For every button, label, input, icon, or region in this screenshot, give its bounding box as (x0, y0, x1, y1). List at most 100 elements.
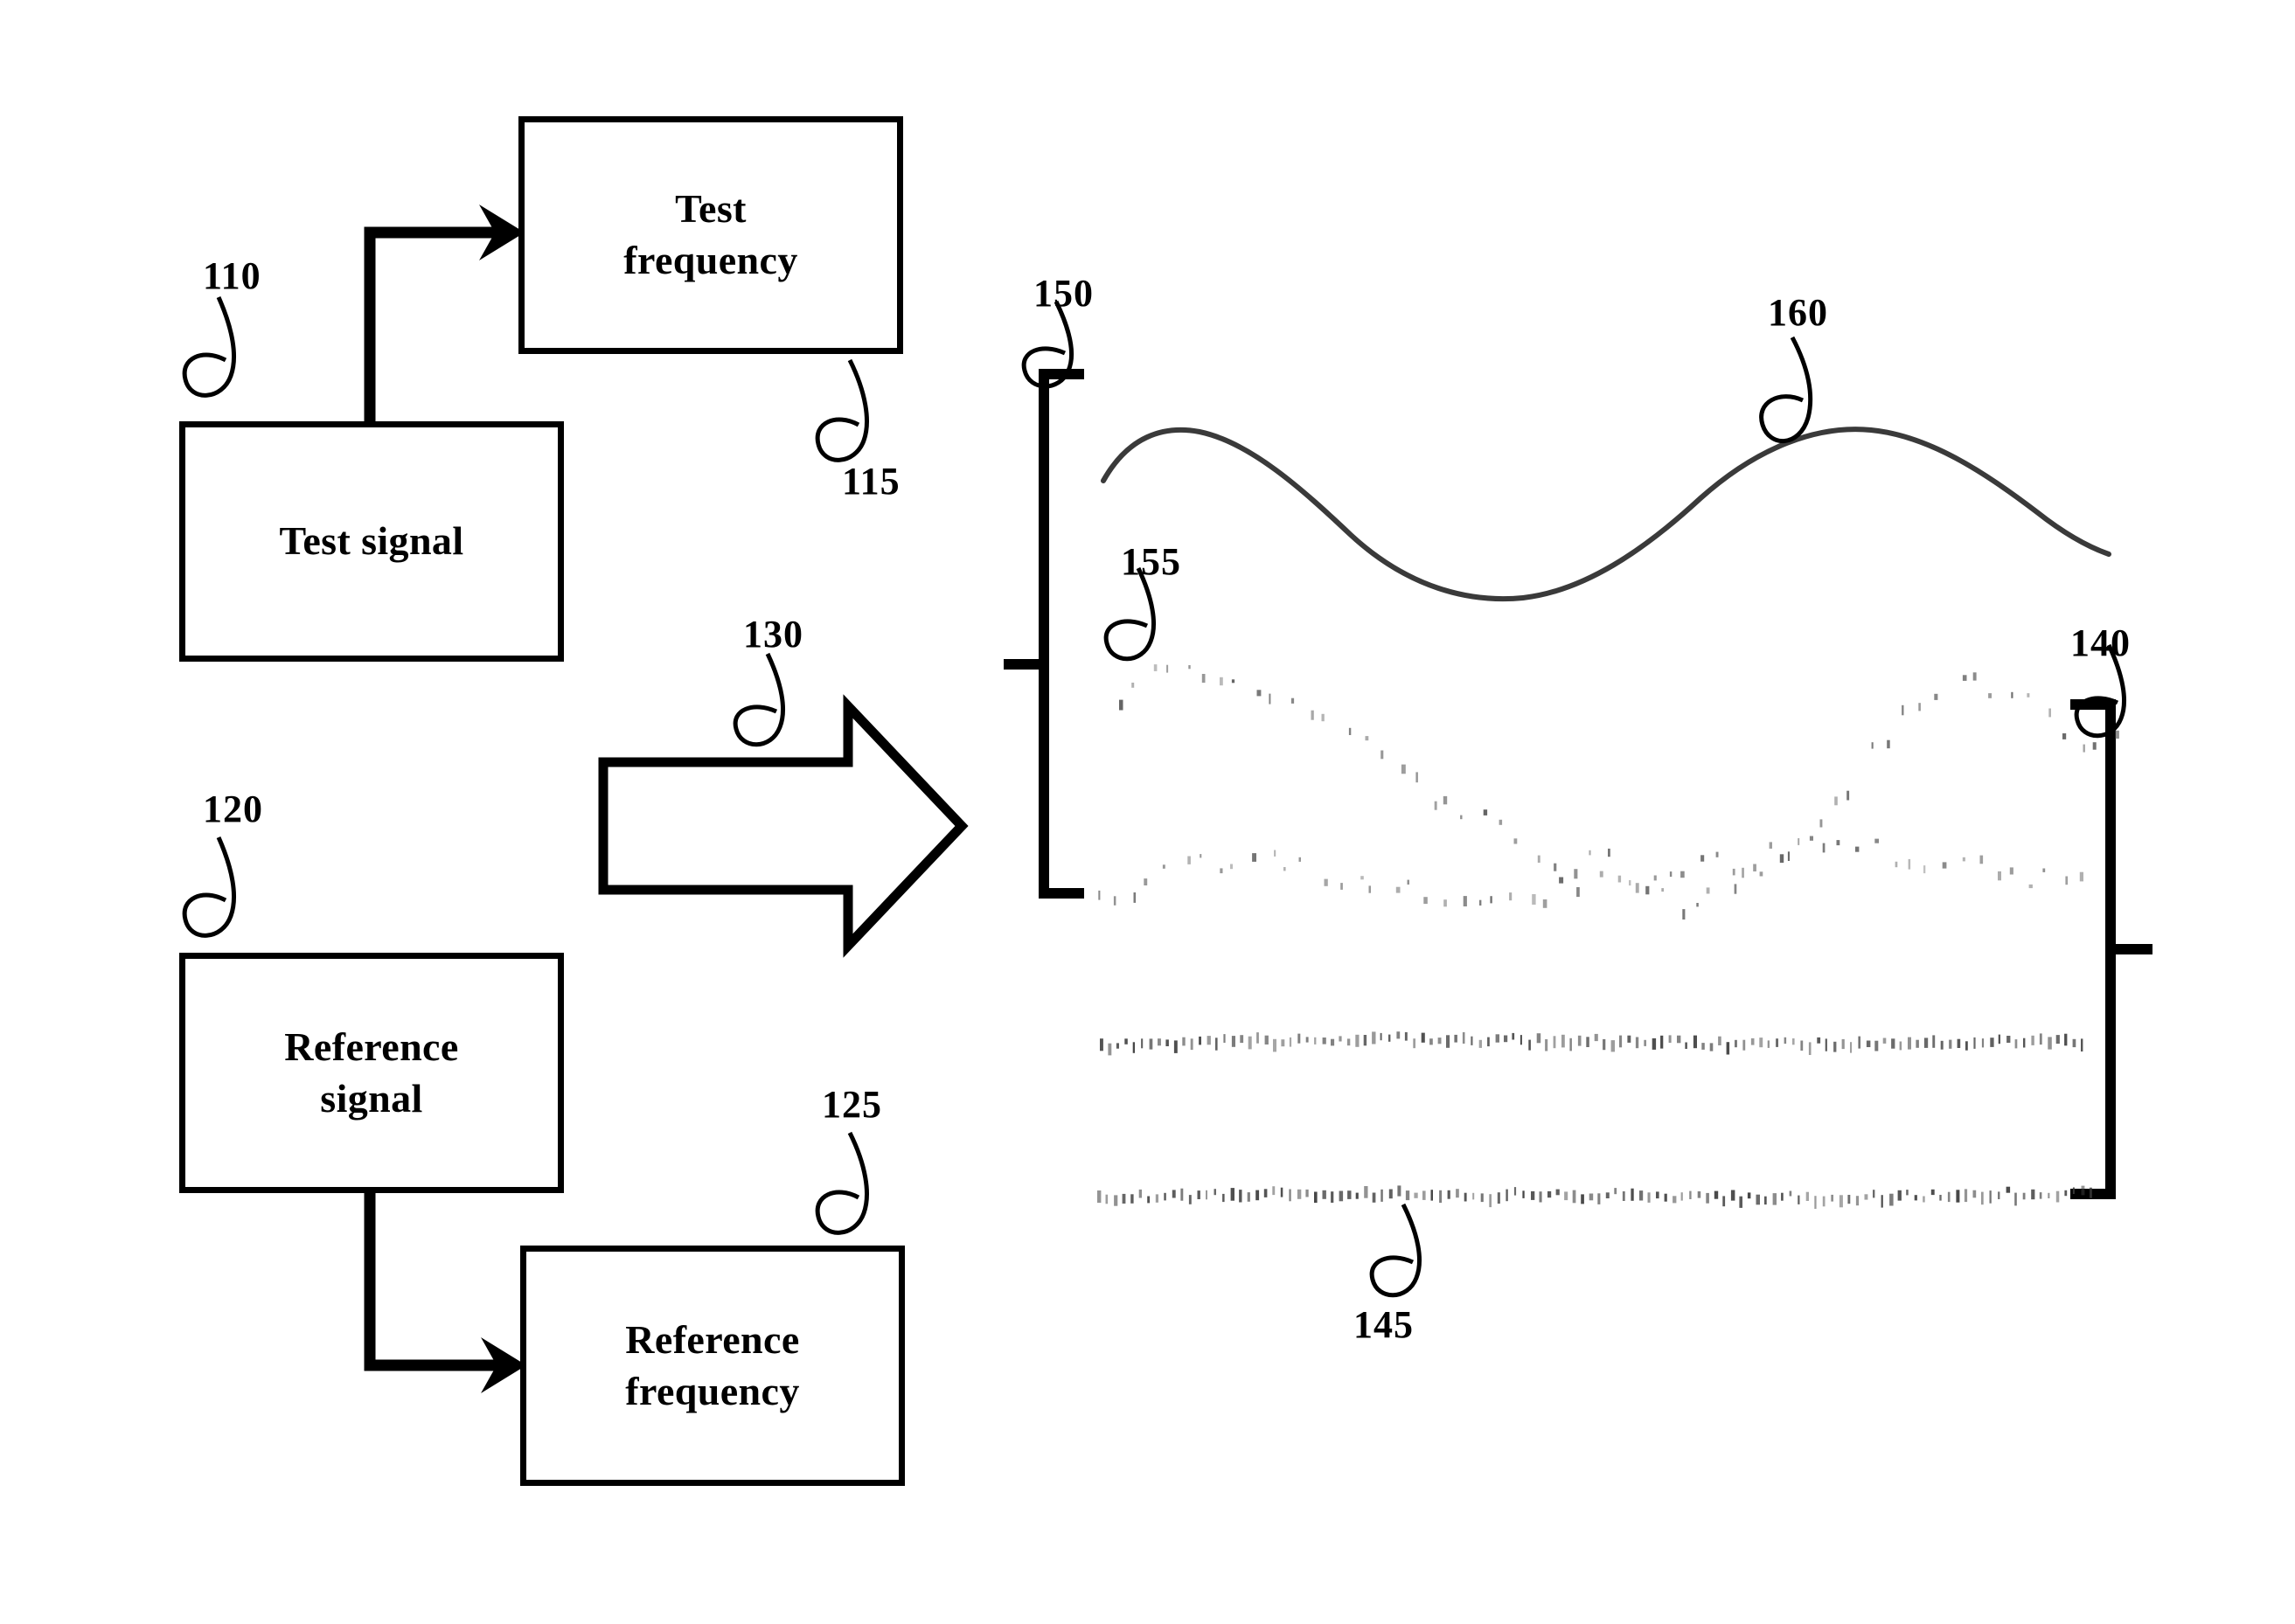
scatter-dot (1532, 894, 1536, 905)
dotted-mark (1956, 1190, 1960, 1203)
dotted-mark (1932, 1035, 1936, 1048)
dotted-mark (1850, 1042, 1853, 1053)
scatter-dot (1979, 855, 1984, 864)
scatter-dot (1742, 867, 1744, 878)
dotted-mark (1347, 1190, 1352, 1199)
dotted-mark (1685, 1042, 1687, 1049)
scatter-dot (2028, 884, 2033, 889)
dotted-mark (1577, 1035, 1582, 1046)
dotted-mark (1297, 1189, 1302, 1199)
dotted-mark (1173, 1040, 1178, 1053)
dotted-mark (1668, 1035, 1672, 1043)
scatter-dot (1962, 675, 1967, 681)
dotted-mark (1388, 1034, 1391, 1042)
dotted-mark (1882, 1038, 1887, 1044)
dotted-mark (1372, 1192, 1376, 1203)
scatter-dot (1153, 664, 1158, 671)
dotted-mark (1908, 1037, 1911, 1050)
scatter-dot (1846, 790, 1850, 801)
block-test-frequency[interactable]: Test frequency (518, 116, 903, 354)
scatter-dot (1542, 899, 1547, 908)
scatter-dot (2009, 867, 2013, 875)
dotted-mark (1280, 1187, 1283, 1197)
scatter-dot (2011, 691, 2013, 698)
scatter-dot (1923, 865, 1926, 874)
scatter-dot (1434, 801, 1437, 810)
dotted-mark (1363, 1035, 1367, 1046)
block-test-signal[interactable]: Test signal (179, 421, 564, 662)
dotted-mark (1462, 1031, 1465, 1044)
dotted-mark (1784, 1037, 1787, 1044)
scatter-dot (1871, 742, 1874, 749)
dotted-mark (1504, 1035, 1508, 1043)
scatter-dot (1231, 679, 1235, 684)
dotted-mark (1639, 1190, 1644, 1201)
dotted-mark (1206, 1190, 1207, 1200)
dotted-mark (1289, 1189, 1291, 1202)
scatter-dot (1443, 899, 1447, 907)
dotted-mark (1739, 1196, 1742, 1208)
block-test-signal-label: Test signal (279, 518, 464, 564)
dotted-mark (1916, 1039, 1919, 1048)
dotted-mark (1656, 1191, 1659, 1199)
scatter-dot (1423, 897, 1428, 905)
scatter-dot (1113, 896, 1116, 906)
block-reference-signal[interactable]: Reference signal (179, 953, 564, 1193)
dotted-mark (2014, 1039, 2018, 1049)
scatter-dot (1483, 809, 1488, 815)
dotted-mark (1923, 1038, 1929, 1048)
dotted-mark (1105, 1194, 1109, 1204)
dotted-mark (1822, 1196, 1826, 1207)
dotted-mark (1644, 1039, 1646, 1046)
dotted-mark (1831, 1194, 1833, 1202)
scatter-dot (1509, 892, 1513, 901)
dotted-mark (1256, 1032, 1259, 1044)
scatter-dot (1554, 863, 1557, 871)
dotted-mark (1847, 1195, 1851, 1204)
dotted-mark (1772, 1193, 1777, 1205)
dotted-mark (1480, 1193, 1484, 1203)
scatter-dot (2079, 871, 2083, 882)
dotted-mark (1263, 1189, 1268, 1197)
dotted-mark (1594, 1033, 1598, 1042)
dotted-mark (1397, 1185, 1401, 1197)
dotted-mark (1116, 1043, 1119, 1049)
scatter-dot (1942, 862, 1947, 869)
left-bracket (1004, 369, 1084, 899)
dotted-mark (1709, 1043, 1714, 1051)
dotted-mark (1414, 1192, 1418, 1198)
dotted-mark (1322, 1038, 1326, 1044)
scatter-dot (2115, 730, 2119, 739)
dotted-mark (1138, 1189, 1142, 1198)
leader-160 (1759, 336, 1813, 443)
dotted-mark (1199, 1036, 1201, 1045)
dotted-mark (1495, 1034, 1499, 1043)
dotted-mark (2081, 1038, 2083, 1051)
scatter-dot (1348, 727, 1352, 735)
scatter-dot (1753, 864, 1756, 871)
scatter-dot (1311, 710, 1314, 720)
block-reference-frequency[interactable]: Reference frequency (520, 1246, 905, 1486)
scatter-dot (1732, 868, 1735, 876)
dotted-mark (1372, 1031, 1376, 1044)
dotted-mark (1767, 1040, 1770, 1048)
dotted-mark (1471, 1036, 1473, 1045)
scatter-dot (1365, 736, 1369, 741)
dotted-mark (1472, 1192, 1475, 1200)
scatter-dot (1589, 850, 1591, 856)
dotted-mark (1981, 1038, 1985, 1048)
dotted-mark (1891, 1038, 1895, 1049)
leader-145 (1369, 1203, 1422, 1298)
dotted-mark (1437, 1038, 1442, 1044)
scatter-dot (1669, 871, 1673, 878)
scatter-dot (1680, 871, 1685, 878)
numeral-150: 150 (1033, 272, 1094, 315)
scatter-dot (1201, 674, 1206, 684)
leader-120 (182, 836, 237, 938)
scatter-dot (1715, 851, 1719, 857)
dotted-mark (1180, 1188, 1184, 1201)
dotted-mark (1489, 1194, 1492, 1208)
scatter-dot (1887, 739, 1890, 749)
dotted-mark (1756, 1194, 1760, 1205)
dotted-mark (1718, 1036, 1721, 1045)
